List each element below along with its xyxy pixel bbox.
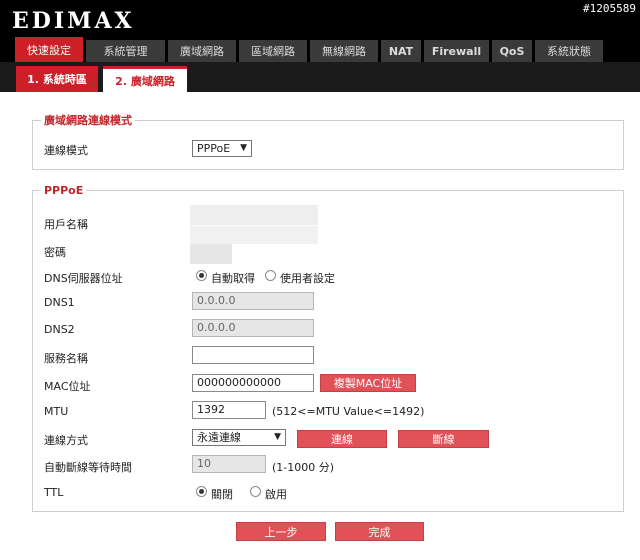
ttl-off-label: 關閉: [211, 488, 233, 501]
tab-lan[interactable]: 區域網路: [239, 40, 307, 62]
ttl-label: TTL: [44, 486, 64, 499]
wan-mode-value: PPPoE: [197, 142, 231, 155]
username-field-redacted[interactable]: [190, 205, 318, 225]
dns2-input[interactable]: 0.0.0.0: [192, 319, 314, 337]
header-bar: EDIMAX #1205589 快速設定 系統管理 廣域網路 區域網路 無線網路…: [0, 0, 640, 62]
idle-timeout-input[interactable]: 10: [192, 455, 266, 473]
username-label: 用戶名稱: [44, 218, 88, 231]
chevron-down-icon: ▼: [274, 432, 281, 442]
connection-type-label: 連線方式: [44, 434, 88, 447]
dns2-label: DNS2: [44, 323, 75, 336]
wan-mode-section: 廣域網路連線模式: [32, 112, 624, 170]
wan-mode-legend: 廣域網路連線模式: [44, 114, 132, 127]
tab-system-status[interactable]: 系統狀態: [535, 40, 603, 62]
watermark-id: #1205589: [583, 2, 636, 15]
connect-button[interactable]: 連線: [297, 430, 387, 448]
mtu-input[interactable]: 1392: [192, 401, 266, 419]
clone-mac-button[interactable]: 複製MAC位址: [320, 374, 416, 392]
dns-auto-radio[interactable]: [196, 270, 207, 281]
tab-quick-setup[interactable]: 快速設定: [15, 37, 83, 62]
dns-auto-label: 自動取得: [211, 272, 255, 285]
dns1-input[interactable]: 0.0.0.0: [192, 292, 314, 310]
tab-system-management[interactable]: 系統管理: [86, 40, 165, 62]
password-field-redacted[interactable]: [190, 244, 232, 264]
ttl-on-radio[interactable]: [250, 486, 261, 497]
tab-qos[interactable]: QoS: [492, 40, 532, 62]
connection-type-value: 永遠連線: [197, 431, 241, 444]
connection-type-select[interactable]: 永遠連線 ▼: [192, 429, 286, 446]
tab-wan[interactable]: 廣域網路: [168, 40, 236, 62]
dns-manual-label: 使用者設定: [280, 272, 335, 285]
mtu-hint: (512<=MTU Value<=1492): [272, 405, 425, 418]
finish-button[interactable]: 完成: [335, 522, 424, 541]
idle-timeout-label: 自動斷線等待時間: [44, 461, 132, 474]
wan-mode-label: 連線模式: [44, 144, 88, 157]
main-tabs: 快速設定 系統管理 廣域網路 區域網路 無線網路 NAT Firewall Qo…: [15, 37, 606, 62]
password-label: 密碼: [44, 246, 66, 259]
back-button[interactable]: 上一步: [236, 522, 326, 541]
ttl-on-label: 啟用: [265, 488, 287, 501]
wan-mode-select[interactable]: PPPoE ▼: [192, 140, 252, 157]
pppoe-legend: PPPoE: [44, 184, 84, 197]
sub-tab-bar: 1. 系統時區 2. 廣域網路: [0, 62, 640, 92]
subtab-timezone[interactable]: 1. 系統時區: [16, 66, 98, 92]
chevron-down-icon: ▼: [240, 143, 247, 153]
mac-input[interactable]: 000000000000: [192, 374, 314, 392]
subtab-wan[interactable]: 2. 廣域網路: [103, 66, 187, 92]
tab-firewall[interactable]: Firewall: [424, 40, 489, 62]
mtu-label: MTU: [44, 405, 69, 418]
service-name-label: 服務名稱: [44, 352, 88, 365]
dns-label: DNS伺服器位址: [44, 272, 123, 285]
content-panel: 廣域網路連線模式 連線模式 PPPoE ▼ PPPoE 用戶名稱 密碼 DNS伺…: [12, 92, 628, 560]
ttl-off-radio[interactable]: [196, 486, 207, 497]
tab-wireless[interactable]: 無線網路: [310, 40, 378, 62]
dns-manual-radio[interactable]: [265, 270, 276, 281]
edimax-logo: EDIMAX: [12, 8, 135, 34]
tab-nat[interactable]: NAT: [381, 40, 421, 62]
password-field-redacted-top: [190, 226, 318, 244]
mac-label: MAC位址: [44, 380, 91, 393]
disconnect-button[interactable]: 斷線: [398, 430, 489, 448]
idle-timeout-hint: (1-1000 分): [272, 461, 335, 474]
dns1-label: DNS1: [44, 296, 75, 309]
service-name-input[interactable]: [192, 346, 314, 364]
